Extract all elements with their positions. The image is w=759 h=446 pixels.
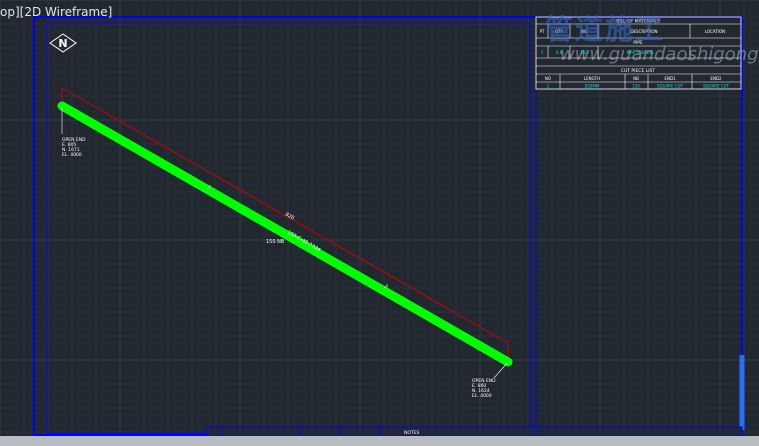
cut-title: CUT PIECE LIST	[621, 68, 656, 74]
cad-drawing-viewport[interactable]: N 820 1 2 150-C-40-1234 150 NB OPEN END …	[0, 0, 759, 446]
cut-header: LENGTH	[584, 76, 600, 81]
cut-cell: 1	[547, 84, 550, 89]
start-label-line: EL. 4000	[62, 152, 82, 158]
watermark-url: www.guandaoshigong.net	[560, 44, 759, 65]
end-label-line: EL. 4000	[472, 393, 492, 399]
viewport-label[interactable]: op][2D Wireframe]	[0, 5, 112, 19]
cut-cell: SQUARE CUT	[703, 84, 730, 89]
start-callout: OPEN END E. 805 N. 1671 EL. 4000	[62, 137, 86, 158]
model-space-canvas[interactable]: N 820 1 2 150-C-40-1234 150 NB OPEN END …	[0, 0, 759, 446]
title-block: NOTES	[205, 426, 743, 437]
bom-cell: 1	[541, 50, 544, 55]
bom-header-location: LOCATION	[705, 29, 725, 34]
end-callout: OPEN END E. 860 N. 1624 EL. 4000	[472, 378, 496, 399]
cut-header: NB	[633, 76, 639, 81]
cut-header: END1	[664, 76, 676, 81]
north-letter: N	[58, 37, 67, 50]
end-leader	[493, 361, 509, 379]
cut-header: NO	[545, 76, 551, 81]
status-bar	[0, 436, 759, 446]
cut-cell: SQUARE CUT	[657, 84, 684, 89]
watermark-logo: 管道施工	[545, 13, 666, 46]
pipe-size-label: 150 NB	[266, 239, 285, 245]
cut-header: END2	[710, 76, 722, 81]
cut-cell: 820MM	[585, 84, 600, 89]
cut-cell: 150	[632, 84, 640, 89]
